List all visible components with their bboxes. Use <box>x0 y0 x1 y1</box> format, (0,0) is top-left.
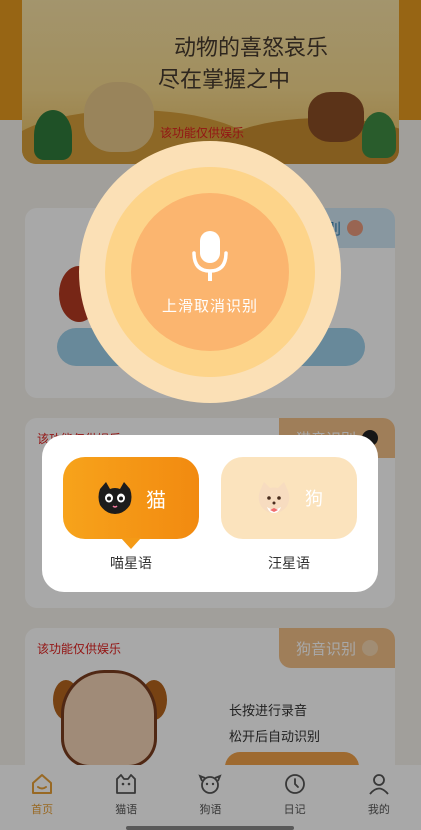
modal-backdrop[interactable] <box>0 0 421 830</box>
microphone-icon <box>192 231 228 281</box>
puppy-face-icon <box>258 482 290 513</box>
dog-language-option[interactable]: 狗 <box>221 457 357 539</box>
cat-language-option[interactable]: 猫 <box>63 457 199 549</box>
black-cat-face-icon <box>98 482 132 514</box>
swipe-up-cancel-label: 上滑取消识别 <box>161 297 258 315</box>
cat-option-caption: 喵星语 <box>110 556 152 572</box>
dog-option-label: 狗 <box>305 489 323 510</box>
voice-recording-bubble[interactable]: 上滑取消识别 <box>79 141 341 403</box>
pet-selector-dialog: 猫 喵星语 狗 汪星语 <box>42 435 378 592</box>
dog-option-caption: 汪星语 <box>268 556 310 572</box>
cat-option-label: 猫 <box>146 487 166 512</box>
